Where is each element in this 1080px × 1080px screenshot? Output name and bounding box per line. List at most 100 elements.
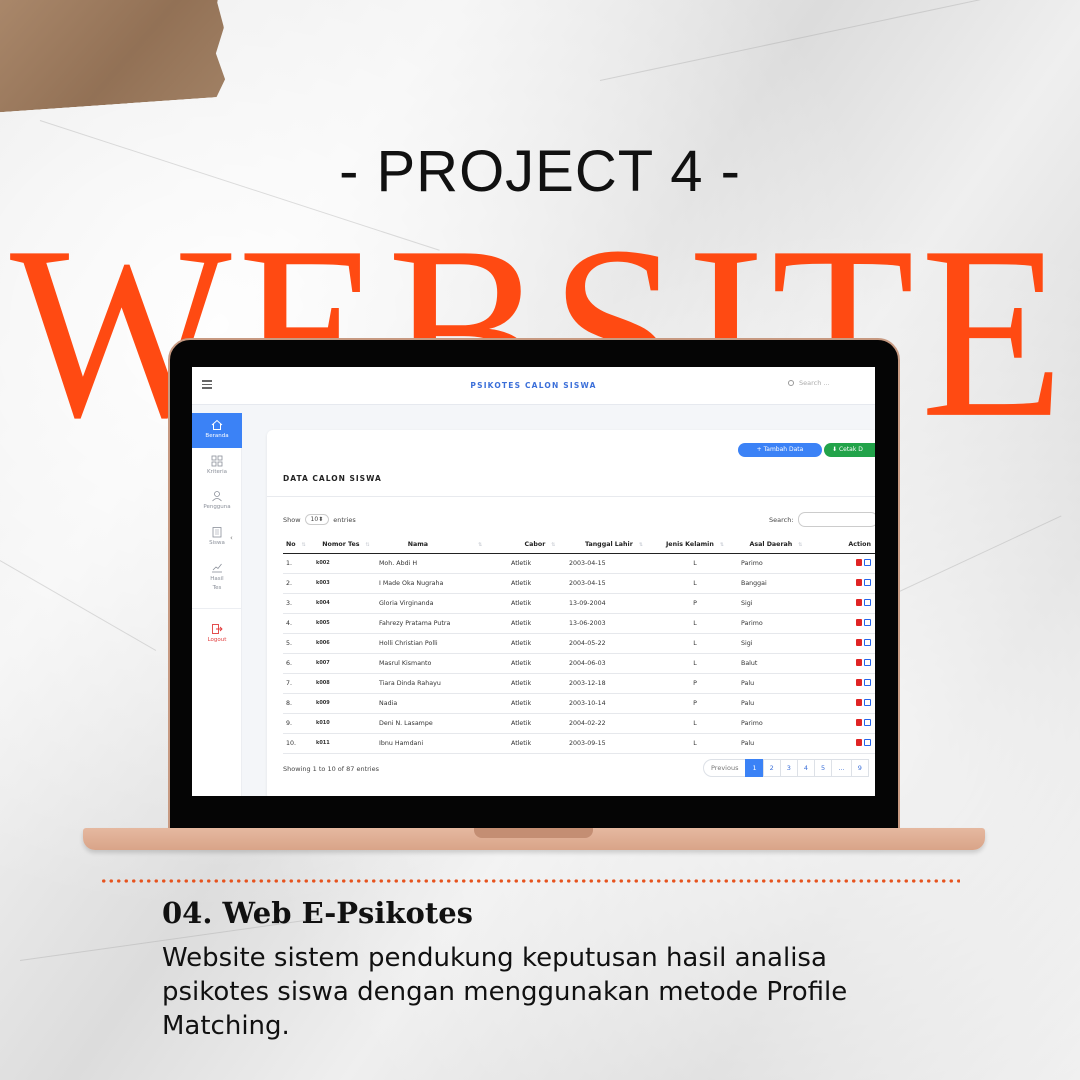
delete-icon[interactable] [856,599,862,607]
app-topbar: PSIKOTES CALON SISWA Search ... [192,367,875,405]
laptop-notch [474,828,593,838]
table-cell-jk: P [659,593,731,614]
edit-icon[interactable] [864,679,871,687]
edit-icon[interactable] [864,559,871,567]
table-cell-cabor: Atletik [511,573,569,594]
table-cell-action [821,553,875,574]
sidebar-item-beranda[interactable]: Beranda [192,413,242,448]
delete-icon[interactable] [856,719,862,727]
sort-icon: ⇅ [551,542,556,549]
table-cell-action [821,593,875,614]
table-cell-nama: Nadia [379,693,511,714]
table-cell-no: 1. [283,553,313,574]
table-cell-action [821,673,875,694]
pagination-page[interactable]: 2 [762,759,781,777]
edit-icon[interactable] [864,739,871,747]
edit-icon[interactable] [864,619,871,627]
edit-icon[interactable] [864,719,871,727]
edit-icon[interactable] [864,699,871,707]
table-cell-no: 9. [283,713,313,734]
edit-icon[interactable] [864,639,871,647]
card-divider [267,496,875,497]
table-cell-nama: Masrul Kismanto [379,653,511,674]
delete-icon[interactable] [856,699,862,707]
table-cell-asal: Sigi [731,593,821,614]
column-header-nomor-tes[interactable]: Nomor Tes ⇅ [313,537,379,554]
table-search-input[interactable] [797,512,875,527]
table-cell-nama: Holli Christian Polli [379,633,511,654]
entries-length-control: Show 10⬍ entries [283,514,356,525]
table-cell-nama: Ibnu Hamdani [379,733,511,754]
table-row: 3. k004 Gloria Virginanda Atletik 13-09-2004… [283,593,875,614]
home-icon [211,419,223,430]
marble-vein [879,515,1062,601]
table-cell-jk: L [659,573,731,594]
table-cell-nomor: k007 [313,653,379,674]
pagination-page[interactable]: 3 [779,759,798,777]
sidebar-item-siswa[interactable]: Siswa [192,526,242,546]
entries-select[interactable]: 10⬍ [304,514,330,525]
column-header-jenis-kelamin[interactable]: Jenis Kelamin ⇅ [659,537,731,554]
table-cell-no: 2. [283,573,313,594]
pagination-page[interactable]: 1 [745,759,764,777]
table-cell-cabor: Atletik [511,633,569,654]
add-data-button[interactable]: + Tambah Data [738,443,822,457]
sidebar-item-label: Kriteria [206,469,228,475]
table-cell-tgl: 2003-04-15 [569,553,659,574]
table-cell-jk: L [659,653,731,674]
sidebar-item-logout[interactable]: Logout [192,623,242,643]
table-cell-cabor: Atletik [511,613,569,634]
column-label: Jenis Kelamin [665,541,714,549]
column-header-tanggal-lahir[interactable]: Tanggal Lahir ⇅ [569,537,659,554]
sidebar: Beranda Kriteria Pengguna Siswa ‹ Hasil … [192,413,242,796]
table-cell-tgl: 13-09-2004 [569,593,659,614]
sidebar-item-label: Hasil Tes [210,576,224,591]
search-icon [788,380,794,386]
table-cell-action [821,693,875,714]
print-button[interactable]: ⬇ Cetak D [824,443,875,457]
column-label: Tanggal Lahir [584,541,633,549]
sort-icon: ⇅ [301,542,306,549]
delete-icon[interactable] [856,679,862,687]
column-label: Action [848,541,871,549]
delete-icon[interactable] [856,619,862,627]
sidebar-item-pengguna[interactable]: Pengguna [192,490,242,510]
table-row: 9. k010 Deni N. Lasampe Atletik 2004-02-22 L P… [283,713,875,734]
column-header-nama[interactable]: Nama ⇅ [379,537,511,554]
table-cell-nomor: k005 [313,613,379,634]
delete-icon[interactable] [856,559,862,567]
project-description: Website sistem pendukung keputusan hasil… [162,943,848,1041]
chevron-left-icon[interactable]: ‹ [230,534,233,542]
delete-icon[interactable] [856,579,862,587]
pagination-page[interactable]: 9 [850,759,869,777]
delete-icon[interactable] [856,659,862,667]
table-cell-cabor: Atletik [511,733,569,754]
grid-icon [211,455,223,467]
sidebar-item-kriteria[interactable]: Kriteria [192,455,242,475]
entries-value: 10 [310,516,319,523]
pagination-page[interactable]: 4 [796,759,816,777]
sidebar-divider [192,608,242,609]
edit-icon[interactable] [864,579,871,587]
column-header-asal-daerah[interactable]: Asal Daerah ⇅ [731,537,821,554]
table-cell-jk: L [659,613,731,634]
delete-icon[interactable] [856,639,862,647]
edit-icon[interactable] [864,659,871,667]
edit-icon[interactable] [864,599,871,607]
pagination-page[interactable]: 5 [814,759,833,777]
table-cell-nomor: k004 [313,593,379,614]
print-label: Cetak D [838,446,863,453]
sidebar-item-hasil-tes[interactable]: Hasil Tes [192,561,242,593]
table-cell-nomor: k002 [313,553,379,574]
sidebar-item-label: Pengguna [203,504,231,510]
pagination-previous[interactable]: Previous [703,759,747,777]
table-cell-no: 5. [283,633,313,654]
column-header-cabor[interactable]: Cabor ⇅ [511,537,569,554]
delete-icon[interactable] [856,739,862,747]
marble-vein [599,0,1051,81]
entries-label: entries [333,515,356,524]
table-cell-nomor: k003 [313,573,379,594]
top-search[interactable]: Search ... [788,379,830,387]
pagination-page[interactable]: … [831,759,852,777]
column-header-no[interactable]: No ⇅ [283,537,313,554]
